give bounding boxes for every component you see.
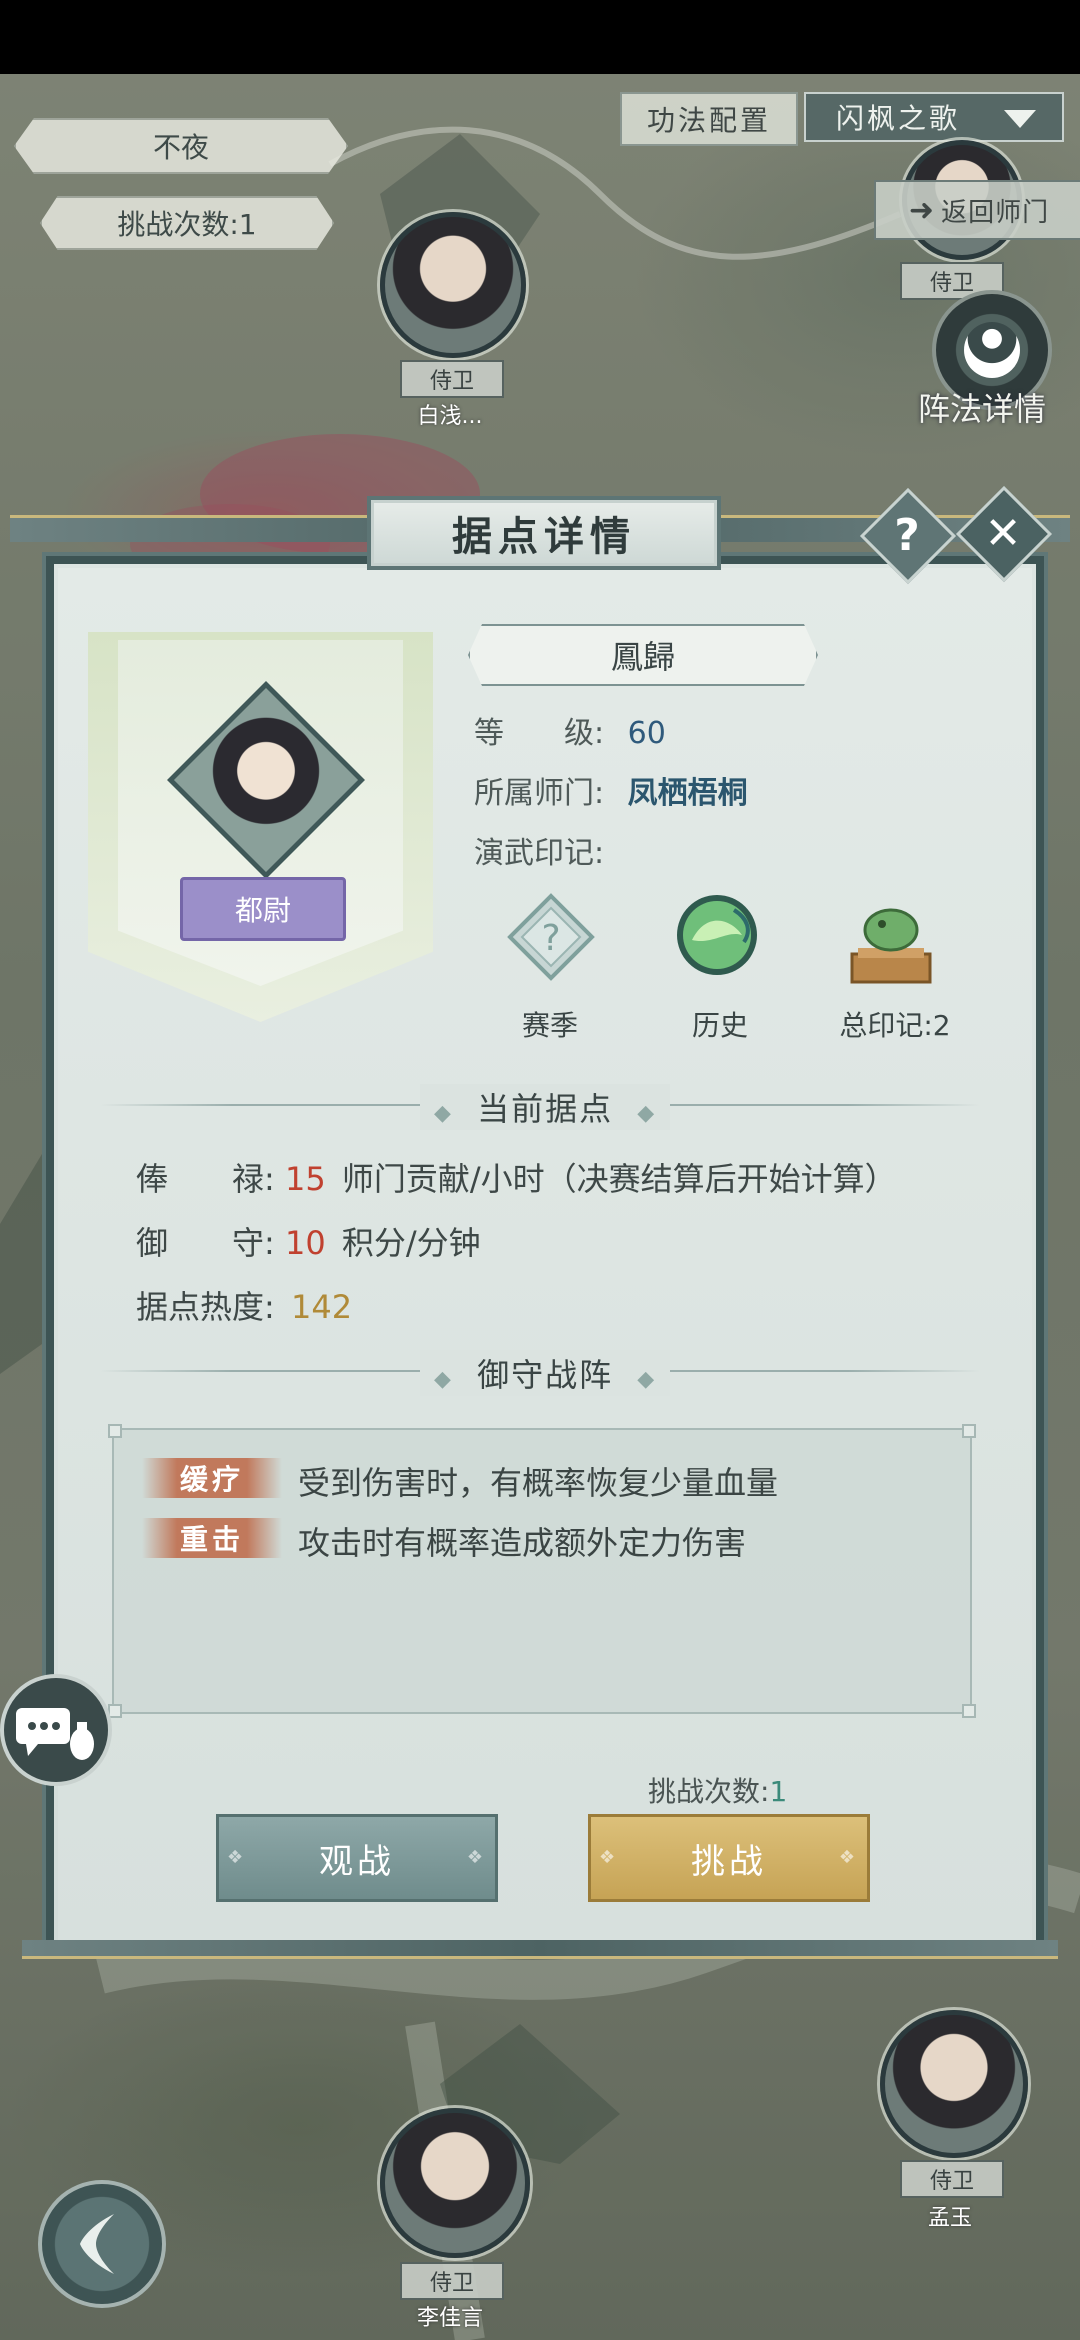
guard-tag-top: 侍卫 — [400, 360, 504, 398]
guard-tag-text: 侍卫 — [429, 369, 474, 394]
challenge-button[interactable]: ❖ 挑战 ❖ — [588, 1814, 870, 1902]
current-stronghold-title-text: 当前据点 — [477, 1090, 614, 1128]
box-corner — [108, 1424, 122, 1438]
salary-row: 俸 禄: 15 师门贡献/小时（决赛结算后开始计算） — [136, 1154, 897, 1200]
svg-text:?: ? — [541, 918, 560, 959]
button-ornament-icon: ❖ — [599, 1847, 620, 1868]
dialog-bottom-bar — [22, 1940, 1058, 1959]
guard-name-bottom: 李佳言 — [416, 2306, 483, 2331]
diamond-ornament-icon: ◆ — [637, 1367, 657, 1392]
skill-select-dropdown[interactable]: 闪枫之歌 — [804, 92, 1064, 142]
sect-label: 所属师门: — [474, 776, 605, 811]
chat-button[interactable] — [0, 1674, 112, 1786]
territory-name-label: 不夜 — [14, 118, 348, 174]
attempts-label: 挑战次数: — [648, 1775, 770, 1808]
diamond-ornament-icon: ◆ — [434, 1101, 453, 1126]
sect-row: 所属师门: 凤栖梧桐 — [474, 768, 748, 812]
mark-label-history: 历史 — [691, 1009, 748, 1042]
heat-value: 142 — [290, 1288, 353, 1326]
defense-unit: 积分/分钟 — [341, 1224, 481, 1262]
return-sect-button[interactable]: ➜ 返回师门 — [874, 180, 1080, 240]
skill-desc-heal: 受到伤害时，有概率恢复少量血量 — [298, 1464, 779, 1502]
button-ornament-icon: ❖ — [466, 1847, 487, 1868]
mark-label-total: 总印记:2 — [839, 1009, 951, 1042]
button-ornament-icon: ❖ — [227, 1847, 248, 1868]
bronze-seal-icon[interactable] — [846, 898, 936, 988]
back-button[interactable] — [38, 2180, 166, 2308]
button-ornament-icon: ❖ — [838, 1847, 859, 1868]
attempts-value: 1 — [769, 1775, 788, 1808]
skill-tag-strike: 重击 — [142, 1518, 282, 1558]
challenge-label: 挑战 — [691, 1841, 767, 1882]
dropdown-arrow-icon — [1004, 110, 1036, 128]
guard-tag-text: 侍卫 — [929, 271, 974, 296]
current-stronghold-title: ◆ 当前据点 ◆ — [420, 1084, 671, 1130]
skill-config-label: 功法配置 — [646, 104, 771, 137]
guard-portrait-top[interactable] — [380, 212, 526, 358]
skill-config-button[interactable]: 功法配置 — [620, 92, 798, 146]
box-corner — [962, 1424, 976, 1438]
yin-yang-icon — [964, 322, 1020, 378]
heat-row: 据点热度: 142 — [136, 1282, 352, 1328]
salary-value: 15 — [284, 1160, 326, 1198]
marks-row: 演武印记: — [474, 828, 604, 872]
guard-portrait-right-bottom[interactable] — [880, 2010, 1028, 2158]
watch-battle-label: 观战 — [319, 1841, 395, 1882]
watch-battle-button[interactable]: ❖ 观战 ❖ — [216, 1814, 498, 1902]
level-label: 等 级: — [474, 716, 605, 751]
territory-name: 不夜 — [152, 131, 209, 164]
formation-title: ◆ 御守战阵 ◆ — [420, 1350, 671, 1396]
jade-orb-icon[interactable] — [672, 890, 762, 980]
back-arrow-icon — [80, 2214, 114, 2274]
close-icon[interactable]: ✕ — [972, 502, 1034, 564]
rank-badge: 都尉 — [180, 877, 346, 941]
skill-desc-strike: 攻击时有概率造成额外定力伤害 — [298, 1524, 747, 1562]
help-icon[interactable]: ? — [876, 504, 938, 566]
player-name-plate: 鳳歸 — [468, 624, 818, 686]
challenge-count-panel: 挑战次数:1 — [40, 196, 334, 250]
salary-unit: 师门贡献/小时（决赛结算后开始计算） — [341, 1160, 897, 1198]
dialog-title: 据点详情 — [367, 496, 721, 570]
question-diamond-icon[interactable]: ? — [506, 892, 596, 982]
attempts-text: 挑战次数:1 — [648, 1770, 787, 1810]
status-bar — [0, 0, 1080, 74]
level-value: 60 — [627, 716, 666, 751]
heat-label: 据点热度: — [136, 1288, 275, 1326]
return-sect-label: 返回师门 — [941, 197, 1050, 228]
mark-label-season: 赛季 — [521, 1009, 578, 1042]
box-corner — [962, 1704, 976, 1718]
marks-label: 演武印记: — [474, 836, 605, 871]
formation-detail-label[interactable]: 阵法详情 — [918, 384, 1046, 430]
level-row: 等 级: 60 — [474, 708, 666, 752]
guard-tag-bottom: 侍卫 — [400, 2262, 504, 2300]
guard-name-right-bottom: 孟玉 — [927, 2206, 972, 2231]
player-name: 鳳歸 — [610, 638, 675, 676]
chat-bubble-icon — [16, 1708, 94, 1760]
diamond-ornament-icon: ◆ — [637, 1101, 657, 1126]
defense-label: 御 守: — [136, 1224, 275, 1262]
defense-value: 10 — [284, 1224, 326, 1262]
guard-tag-text: 侍卫 — [929, 2169, 974, 2194]
guard-tag-right-bottom: 侍卫 — [900, 2160, 1004, 2198]
formation-title-text: 御守战阵 — [477, 1356, 614, 1394]
challenge-count-text: 挑战次数:1 — [117, 208, 257, 241]
selected-skill-text: 闪枫之歌 — [836, 102, 961, 135]
guard-tag-text: 侍卫 — [429, 2271, 474, 2296]
diamond-ornament-icon: ◆ — [434, 1367, 453, 1392]
defense-row: 御 守: 10 积分/分钟 — [136, 1218, 481, 1264]
skill-tag-heal: 缓疗 — [142, 1458, 282, 1498]
guard-portrait-bottom[interactable] — [380, 2108, 530, 2258]
return-arrow-icon: ➜ — [908, 192, 936, 228]
guard-name-top: 白浅... — [417, 404, 483, 429]
salary-label: 俸 禄: — [136, 1160, 275, 1198]
sect-value: 凤栖梧桐 — [627, 776, 748, 811]
